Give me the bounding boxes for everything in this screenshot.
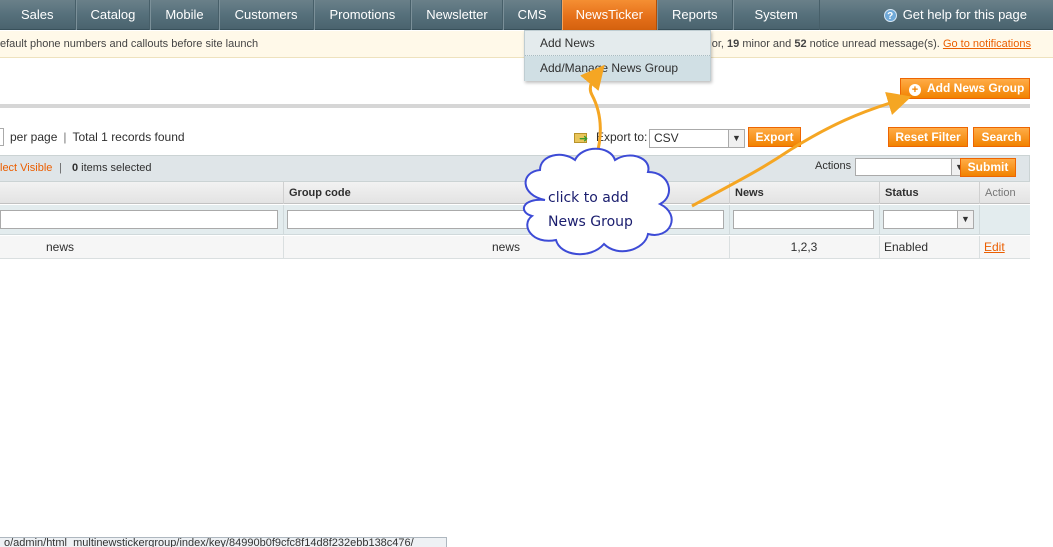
actions-select[interactable]: ▼	[855, 158, 968, 176]
massaction-separator: |	[59, 162, 62, 174]
nav-item-newsticker[interactable]: NewsTicker	[561, 0, 657, 30]
help-link[interactable]: ? Get help for this page	[883, 0, 1027, 30]
status-filter-select[interactable]: ▼	[883, 210, 974, 229]
callout-text: click to add News Group	[548, 186, 658, 234]
notice-count: 52	[794, 38, 807, 50]
menu-item-add-manage-news-group[interactable]: Add/Manage News Group	[525, 56, 710, 81]
nav-item-catalog[interactable]: Catalog	[75, 0, 151, 30]
chevron-down-icon: ▼	[957, 211, 973, 228]
group-code-filter-input[interactable]	[287, 210, 724, 229]
reset-filter-button[interactable]: Reset Filter	[888, 127, 968, 147]
cell-group-code: news	[491, 240, 520, 254]
callout-annotation	[522, 64, 912, 256]
select-visible-link[interactable]: lect Visible	[0, 156, 52, 181]
notice-notice-text: notice unread message(s).	[806, 38, 943, 50]
minor-count: 19	[727, 38, 740, 50]
nav-item-promotions[interactable]: Promotions	[313, 0, 412, 30]
cell-title: news	[45, 240, 74, 254]
cell-status: Enabled	[884, 240, 929, 254]
newsticker-dropdown-menu: Add News Add/Manage News Group	[524, 30, 711, 81]
news-filter-input[interactable]	[733, 210, 874, 229]
column-header-action: Action	[979, 182, 1030, 204]
selected-count-text: items selected	[78, 162, 152, 174]
plus-icon: +	[909, 84, 921, 96]
header-divider	[0, 104, 1030, 108]
nav-item-customers[interactable]: Customers	[218, 0, 314, 30]
cell-action: Edit	[984, 236, 1030, 259]
edit-link[interactable]: Edit	[984, 240, 1005, 254]
callout-line-1: click to add	[548, 190, 629, 206]
column-header-status[interactable]: Status	[879, 182, 979, 204]
export-folder-icon: ➜	[574, 131, 590, 145]
notice-left-text: efault phone numbers and callouts before…	[0, 38, 259, 50]
title-filter-input[interactable]	[0, 210, 278, 229]
chevron-down-icon: ▼	[728, 130, 744, 147]
submit-button[interactable]: Submit	[960, 158, 1016, 177]
records-count: Total 1 records found	[72, 130, 185, 144]
nav-item-newsletter[interactable]: Newsletter	[411, 0, 503, 30]
notice-minor-text: minor and	[739, 38, 795, 50]
export-format-value: CSV	[654, 131, 679, 145]
nav-item-sales[interactable]: Sales	[0, 0, 76, 30]
table-row[interactable]: news news 1,2,3 Enabled Edit	[0, 236, 1030, 259]
export-label: Export to:	[596, 130, 648, 144]
export-label-group: ➜ Export to:	[574, 129, 647, 145]
selected-count: 0 items selected	[72, 156, 152, 181]
browser-status-bar: o/admin/html_multinewstickergroup/index/…	[0, 537, 447, 547]
per-page-label: per page	[10, 130, 58, 144]
nav-item-system[interactable]: System	[732, 0, 820, 30]
filter-row: ▼	[0, 205, 1030, 235]
grid-header: Group code News Status Action	[0, 182, 1030, 204]
add-news-group-label: Add News Group	[927, 81, 1025, 95]
search-button[interactable]: Search	[973, 127, 1030, 147]
nav-item-mobile[interactable]: Mobile	[150, 0, 219, 30]
cell-news: 1,2,3	[790, 240, 818, 254]
pager-separator: |	[63, 130, 67, 144]
column-header-group-code[interactable]: Group code	[283, 182, 729, 204]
export-format-select[interactable]: CSV ▼	[649, 129, 745, 148]
notice-right-text: ajor, 19 minor and 52 notice unread mess…	[703, 31, 1031, 57]
callout-line-2: News Group	[548, 214, 633, 230]
go-to-notifications-link[interactable]: Go to notifications	[943, 38, 1031, 50]
pager: per page | Total 1 records found	[0, 128, 185, 146]
nav-items: Sales Catalog Mobile Customers Promotion…	[0, 0, 820, 30]
nav-item-reports[interactable]: Reports	[656, 0, 733, 30]
menu-item-add-news[interactable]: Add News	[525, 31, 710, 56]
nav-item-cms[interactable]: CMS	[502, 0, 562, 30]
add-news-group-button[interactable]: + Add News Group	[900, 78, 1030, 99]
help-label: Get help for this page	[902, 7, 1027, 22]
question-icon: ?	[883, 8, 897, 22]
arrow-to-menu-item	[580, 64, 605, 159]
per-page-select[interactable]	[0, 128, 4, 146]
actions-label: Actions	[815, 160, 852, 172]
column-header-news[interactable]: News	[729, 182, 879, 204]
export-button[interactable]: Export	[748, 127, 801, 147]
main-navigation: Sales Catalog Mobile Customers Promotion…	[0, 0, 1053, 30]
